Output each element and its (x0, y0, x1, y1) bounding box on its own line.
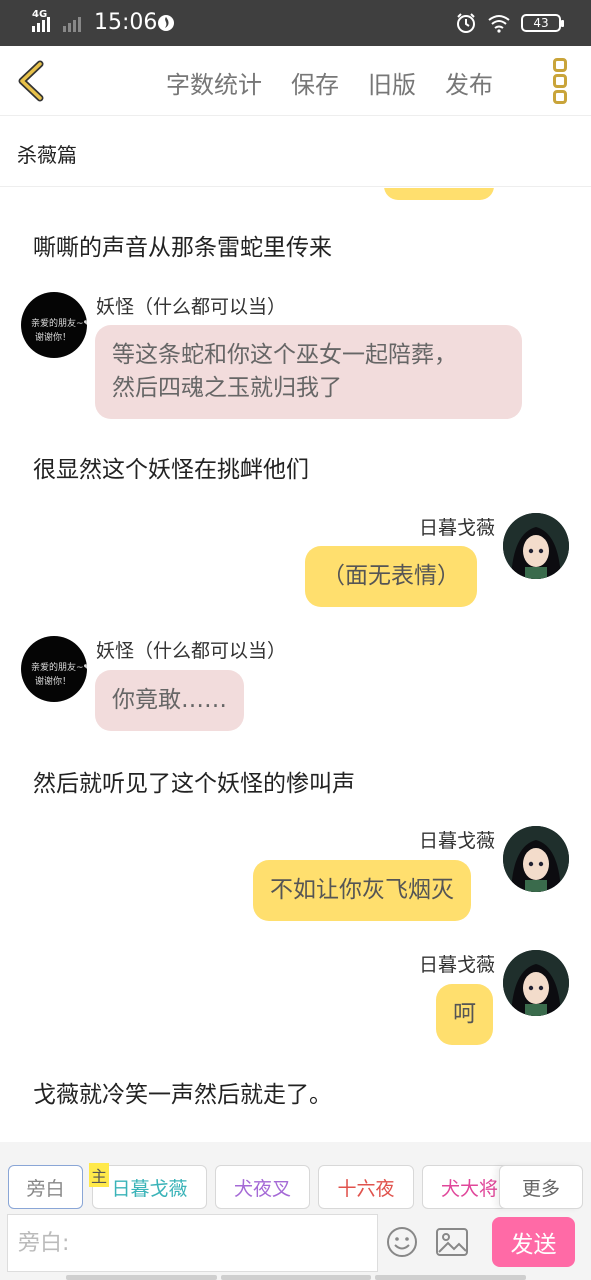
sender-name: 日暮戈薇 (418, 830, 495, 852)
sender-name: 日暮戈薇 (418, 954, 495, 976)
message-input-box[interactable] (7, 1214, 378, 1272)
avatar[interactable] (503, 826, 569, 892)
message-bubble[interactable]: 你竟敢…… (95, 670, 244, 731)
battery-icon: 43 (521, 14, 564, 32)
alarm-icon (457, 13, 475, 33)
battery-level: 43 (533, 16, 549, 30)
avatar[interactable]: 亲爱的朋友~❤ 谢谢你！ (21, 636, 87, 702)
role-kagome[interactable]: 日暮戈薇 (92, 1165, 207, 1209)
more-menu-icon[interactable] (549, 56, 571, 106)
publish-button[interactable]: 发布 (445, 65, 493, 100)
message-input[interactable] (8, 1215, 377, 1271)
emoji-icon[interactable] (386, 1226, 418, 1258)
send-button[interactable]: 发送 (492, 1217, 575, 1267)
wifi-icon (488, 15, 510, 33)
avatar[interactable] (503, 513, 569, 579)
role-narrator[interactable]: 旁白 (8, 1165, 83, 1209)
chapter-title-bar[interactable]: 杀薇篇 (0, 117, 591, 187)
message-bubble-partial (384, 188, 494, 200)
narration-text[interactable]: 戈薇就冷笑一声然后就走了。 (33, 1075, 332, 1109)
more-roles-button[interactable]: 更多 (499, 1165, 583, 1209)
compose-panel: 旁白 日暮戈薇 犬夜叉 十六夜 犬大将 更多 主 发送 (0, 1142, 591, 1280)
back-arrow-icon[interactable] (10, 56, 54, 106)
role-inuyasha[interactable]: 犬夜叉 (215, 1165, 310, 1209)
app-notification-icon (158, 15, 174, 31)
avatar[interactable]: 亲爱的朋友~❤ 谢谢你！ (21, 292, 87, 358)
message-bubble[interactable]: 等这条蛇和你这个巫女一起陪葬， 然后四魂之玉就归我了 (95, 325, 522, 419)
save-button[interactable]: 保存 (291, 65, 339, 100)
status-right: 43 (455, 12, 564, 34)
sender-name: 日暮戈薇 (418, 517, 495, 539)
editor-toolbar: 字数统计 保存 旧版 发布 (0, 46, 591, 116)
role-izayoi[interactable]: 十六夜 (318, 1165, 414, 1209)
chapter-title: 杀薇篇 (17, 143, 77, 167)
status-bar: 4G 15:06 43 (0, 0, 591, 46)
sender-name: 妖怪（什么都可以当） (96, 296, 287, 318)
image-icon[interactable] (436, 1228, 468, 1256)
message-bubble[interactable]: 呵 (436, 984, 493, 1045)
narration-text[interactable]: 嘶嘶的声音从那条雷蛇里传来 (33, 228, 332, 262)
scroll-indicator (66, 1275, 527, 1280)
message-bubble[interactable]: 不如让你灰飞烟灭 (253, 860, 471, 921)
sender-name: 妖怪（什么都可以当） (96, 640, 287, 662)
chat-area[interactable]: 嘶嘶的声音从那条雷蛇里传来 亲爱的朋友~❤ 谢谢你！ 妖怪（什么都可以当） 等这… (0, 188, 591, 1142)
narration-text[interactable]: 然后就听见了这个妖怪的惨叫声 (33, 764, 355, 798)
signal-icon (32, 17, 81, 32)
narration-text[interactable]: 很显然这个妖怪在挑衅他们 (33, 450, 309, 484)
main-character-badge: 主 (89, 1163, 110, 1187)
word-count-button[interactable]: 字数统计 (166, 65, 262, 100)
clock-time: 15:06 (94, 10, 158, 35)
avatar[interactable] (503, 950, 569, 1016)
old-version-button[interactable]: 旧版 (368, 65, 416, 100)
message-bubble[interactable]: （面无表情） (305, 546, 477, 607)
